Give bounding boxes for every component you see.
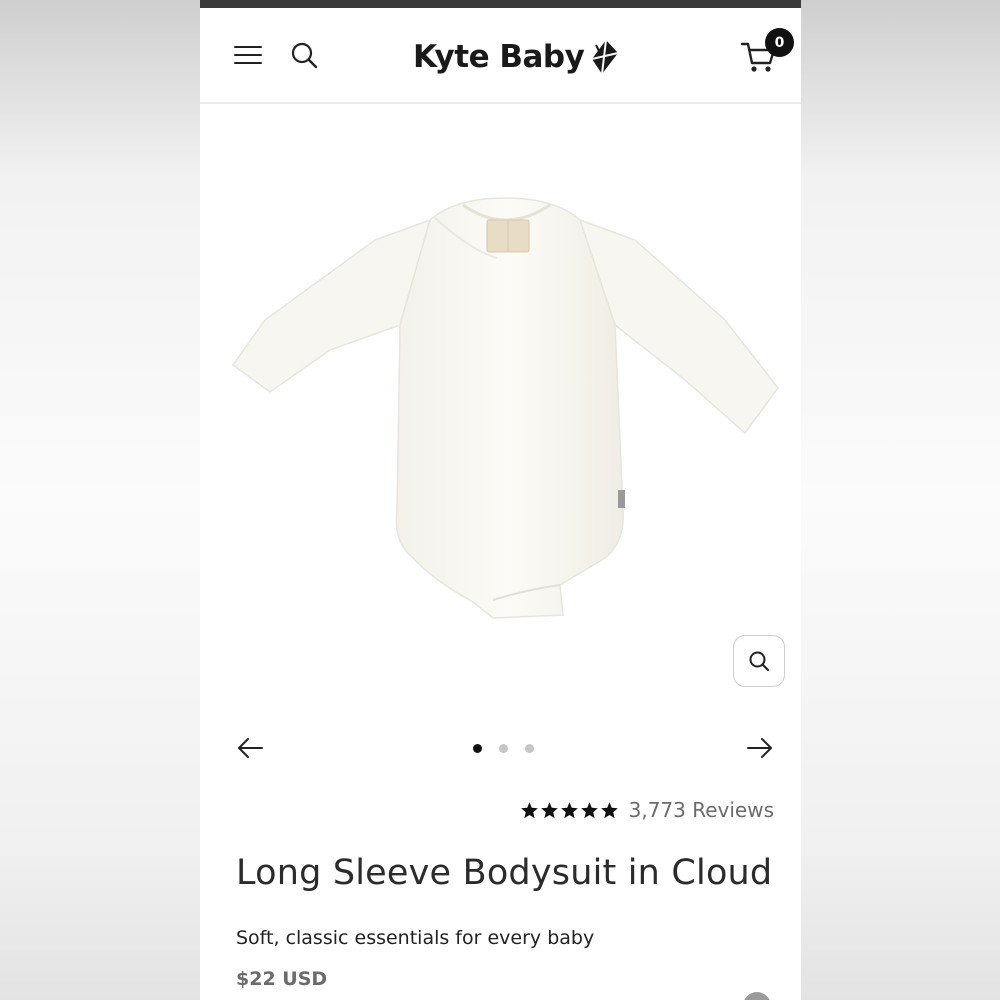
carousel-dot[interactable] — [499, 744, 508, 753]
floating-chat-button[interactable] — [743, 992, 771, 1000]
product-rating[interactable]: 3,773 Reviews — [520, 798, 774, 822]
star-icon — [600, 801, 618, 818]
carousel-dots — [473, 744, 534, 753]
star-icon — [520, 801, 538, 818]
kite-logo-icon — [592, 39, 619, 75]
site-header: Kyte Baby 0 — [200, 8, 801, 104]
background-blur-left — [0, 0, 200, 1000]
reviews-link[interactable]: 3,773 Reviews — [629, 798, 774, 822]
product-image[interactable] — [225, 180, 785, 630]
zoom-button[interactable] — [733, 635, 785, 687]
cart-count-badge[interactable]: 0 — [765, 28, 794, 57]
product-title: Long Sleeve Bodysuit in Cloud — [236, 853, 773, 893]
phone-screen: Kyte Baby 0 3,773 Reviews Long Sleeve Bo… — [200, 0, 801, 1000]
carousel-dot[interactable] — [525, 744, 534, 753]
rating-stars — [520, 801, 619, 820]
brand-logo[interactable]: Kyte Baby — [413, 35, 620, 79]
arrow-left-icon[interactable] — [235, 735, 265, 761]
arrow-right-icon[interactable] — [745, 735, 775, 761]
product-subtitle: Soft, classic essentials for every baby — [236, 927, 595, 949]
status-bar — [200, 0, 801, 8]
product-price: $22 USD — [236, 968, 328, 990]
star-icon — [560, 801, 578, 818]
star-icon — [580, 801, 598, 818]
background-blur-right — [800, 0, 1000, 1000]
star-icon — [540, 801, 558, 818]
brand-name: Kyte Baby — [413, 39, 585, 75]
hamburger-icon[interactable] — [234, 44, 264, 66]
carousel-dot[interactable] — [473, 744, 482, 753]
zoom-icon — [749, 651, 770, 672]
search-icon[interactable] — [290, 41, 318, 69]
